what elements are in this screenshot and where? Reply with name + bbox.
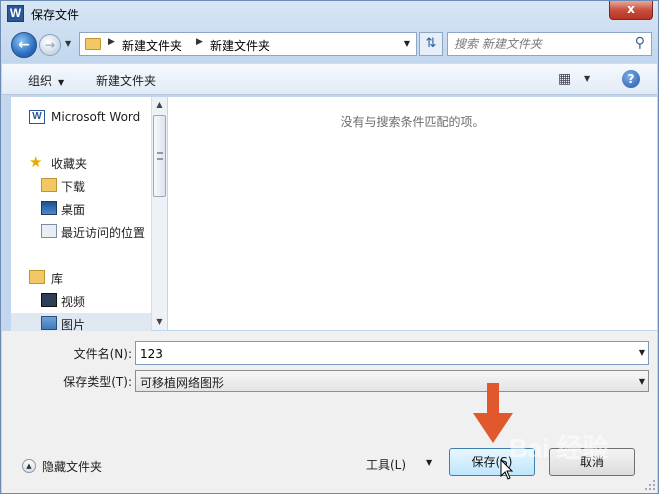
search-icon[interactable]: ⚲ xyxy=(635,35,645,51)
mouse-cursor-icon xyxy=(500,459,514,480)
tools-button[interactable]: 工具(L) xyxy=(366,456,406,473)
star-icon: ★ xyxy=(29,153,43,171)
grip-icon xyxy=(157,152,163,160)
organize-button[interactable]: 组织 ▼ xyxy=(28,72,64,89)
download-folder-icon xyxy=(41,178,57,192)
pictures-icon xyxy=(41,316,57,330)
command-toolbar: 组织 ▼ 新建文件夹 ▦ ▼ ? xyxy=(2,63,657,95)
chevron-down-icon: ▼ xyxy=(638,377,645,386)
recent-pages-dropdown[interactable]: ▼ xyxy=(65,39,71,48)
nav-item-label: 收藏夹 xyxy=(51,157,88,171)
chevron-down-icon: ▼ xyxy=(65,39,72,48)
save-options-area: 文件名(N): ▼ 保存类型(T): 可移植网络图形 ▼ ▲ 隐藏文件夹 工具(… xyxy=(2,331,657,493)
breadcrumb-item[interactable]: 新建文件夹 xyxy=(122,37,182,54)
nav-item-microsoft-word[interactable]: W Microsoft Word xyxy=(11,107,151,129)
nav-item-desktop[interactable]: 桌面 xyxy=(11,198,151,220)
arrow-down-icon xyxy=(473,383,513,443)
chevron-down-icon: ▼ xyxy=(58,78,65,87)
baidu-watermark: Bai 经验 xyxy=(509,433,609,463)
filetype-label: 保存类型(T): xyxy=(63,375,132,389)
address-bar[interactable]: ▶ 新建文件夹 ▶ 新建文件夹 ▼ xyxy=(79,32,417,56)
arrow-right-icon: → xyxy=(44,38,56,52)
navigation-pane: W Microsoft Word ★ 收藏夹 下载 桌面 最近访问的位置 库 视… xyxy=(11,97,167,332)
nav-item-label: 桌面 xyxy=(61,203,86,217)
breadcrumb-item[interactable]: 新建文件夹 xyxy=(210,37,270,54)
folder-icon xyxy=(85,38,101,50)
resize-grip-icon[interactable] xyxy=(644,479,656,491)
word-icon: W xyxy=(29,110,45,124)
filetype-value: 可移植网络图形 xyxy=(140,376,225,390)
nav-item-label: 库 xyxy=(51,272,64,286)
desktop-icon xyxy=(41,201,57,215)
chevron-down-icon: ▼ xyxy=(403,39,411,48)
address-dropdown[interactable]: ▼ xyxy=(398,33,416,55)
scroll-up-icon[interactable]: ▲ xyxy=(152,97,167,113)
chevron-down-icon: ▼ xyxy=(584,74,591,83)
view-dropdown[interactable]: ▼ xyxy=(584,74,590,83)
nav-item-label: 下载 xyxy=(61,180,86,194)
nav-item-label: 视频 xyxy=(61,295,86,309)
empty-message: 没有与搜索条件匹配的项。 xyxy=(340,115,485,129)
nav-item-libraries[interactable]: 库 xyxy=(11,267,151,289)
navigation-scrollbar[interactable]: ▲ ▼ xyxy=(151,97,167,330)
refresh-button[interactable]: ⇅ xyxy=(419,32,443,56)
back-button[interactable]: ← xyxy=(11,32,37,58)
nav-item-favorites[interactable]: ★ 收藏夹 xyxy=(11,152,151,174)
nav-item-recent-places[interactable]: 最近访问的位置 xyxy=(11,221,151,243)
library-icon xyxy=(29,270,45,284)
new-folder-button[interactable]: 新建文件夹 xyxy=(96,72,156,89)
forward-button[interactable]: → xyxy=(39,34,61,56)
search-input[interactable] xyxy=(454,36,624,52)
nav-item-pictures[interactable]: 图片 xyxy=(11,313,151,332)
arrow-left-icon: ← xyxy=(18,37,30,53)
file-list[interactable]: 没有与搜索条件匹配的项。 xyxy=(168,97,657,330)
chevron-down-icon[interactable]: ▼ xyxy=(426,458,432,467)
filetype-select[interactable]: 可移植网络图形 ▼ xyxy=(135,370,649,392)
scrollbar-thumb[interactable] xyxy=(153,115,166,197)
window-title: 保存文件 xyxy=(31,8,80,22)
search-box[interactable]: ⚲ xyxy=(447,32,652,56)
filename-label: 文件名(N): xyxy=(73,347,132,361)
help-icon[interactable]: ? xyxy=(622,70,640,88)
nav-item-label: Microsoft Word xyxy=(51,110,141,124)
chevron-up-icon: ▲ xyxy=(22,459,36,473)
nav-item-label: 最近访问的位置 xyxy=(61,226,146,240)
hide-folders-label: 隐藏文件夹 xyxy=(42,460,103,474)
nav-item-videos[interactable]: 视频 xyxy=(11,290,151,312)
navigation-bar: ← → ▼ ▶ 新建文件夹 ▶ 新建文件夹 ▼ ⇅ ⚲ xyxy=(1,27,658,61)
chevron-right-icon[interactable]: ▶ xyxy=(196,37,203,47)
video-icon xyxy=(41,293,57,307)
close-button[interactable]: x xyxy=(609,1,653,20)
filename-input[interactable] xyxy=(140,345,625,362)
chevron-down-icon[interactable]: ▼ xyxy=(639,342,645,364)
nav-item-downloads[interactable]: 下载 xyxy=(11,175,151,197)
scroll-down-icon[interactable]: ▼ xyxy=(152,314,167,330)
refresh-icon: ⇅ xyxy=(425,36,437,51)
save-file-dialog: W 保存文件 x ← → ▼ ▶ 新建文件夹 ▶ 新建文件夹 ▼ ⇅ ⚲ 组织 ▼… xyxy=(0,0,659,494)
recent-places-icon xyxy=(41,224,57,238)
word-app-icon: W xyxy=(7,5,24,22)
title-bar: W 保存文件 x xyxy=(1,1,658,27)
organize-label: 组织 xyxy=(28,74,53,88)
filename-field[interactable]: ▼ xyxy=(135,341,649,365)
chevron-right-icon[interactable]: ▶ xyxy=(108,37,115,47)
view-options-icon[interactable]: ▦ xyxy=(558,71,571,87)
